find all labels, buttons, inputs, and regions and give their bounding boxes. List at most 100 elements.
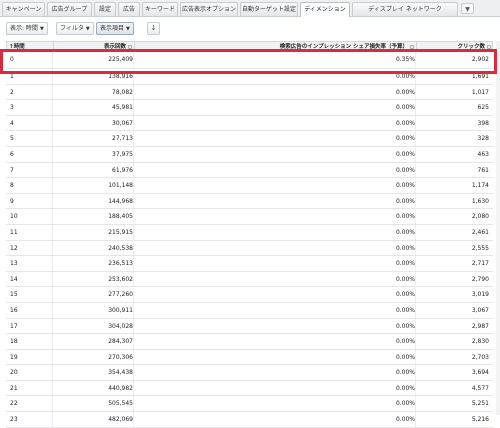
dimensions-table: ↑時間 表示回数 検索広告のインプレッション シェア損失率（予算） クリック数 … — [6, 41, 493, 428]
filter-dropdown[interactable]: フィルタ ▼ — [56, 22, 94, 35]
clicks-cell: 328 — [477, 135, 489, 143]
hour-cell: 18 — [10, 338, 18, 346]
clicks-cell: 2,987 — [471, 322, 489, 330]
hour-cell: 19 — [10, 353, 18, 361]
impressions-cell: 277,260 — [108, 291, 133, 299]
impressions-cell: 482,069 — [108, 416, 133, 424]
clicks-cell: 1,017 — [471, 88, 489, 96]
tab-bar: キャンペーン 広告グループ 設定 広告 キーワード 広告表示オプション 自動ター… — [0, 0, 500, 17]
header-hour[interactable]: ↑時間 — [7, 42, 53, 52]
impressions-cell: 304,028 — [108, 322, 133, 330]
hour-cell: 13 — [10, 260, 18, 268]
impressions-cell: 78,082 — [112, 88, 133, 96]
clicks-cell: 3,694 — [471, 369, 489, 377]
tab-ad-groups[interactable]: 広告グループ — [47, 2, 92, 16]
hour-cell: 22 — [10, 400, 18, 408]
clicks-cell: 5,216 — [471, 416, 489, 424]
tab-keywords[interactable]: キーワード — [142, 2, 178, 16]
help-icon[interactable] — [487, 44, 491, 49]
table-row: 8 101,148 0.00% 1,174 — [6, 178, 493, 194]
share-cell: 0.00% — [395, 213, 415, 221]
tab-settings[interactable]: 設定 — [94, 2, 116, 16]
table-row: 0 225,409 0.35% 2,902 — [6, 52, 493, 69]
tab-ad-extensions[interactable]: 広告表示オプション — [180, 2, 238, 16]
share-cell: 0.00% — [395, 104, 415, 112]
share-cell: 0.00% — [395, 119, 415, 127]
table-row: 15 277,260 0.00% 3,019 — [6, 287, 493, 303]
table-header: ↑時間 表示回数 検索広告のインプレッション シェア損失率（予算） クリック数 — [6, 41, 493, 52]
share-cell: 0.00% — [395, 182, 415, 190]
header-impressions[interactable]: 表示回数 — [53, 42, 134, 52]
impressions-cell: 27,713 — [112, 135, 133, 143]
tab-campaigns[interactable]: キャンペーン — [2, 2, 45, 16]
table-row: 22 505,545 0.00% 5,251 — [6, 396, 493, 413]
table-row: 23 482,069 0.00% 5,216 — [6, 412, 493, 428]
clicks-cell: 3,019 — [471, 291, 489, 299]
impressions-cell: 253,602 — [108, 275, 133, 283]
more-tabs-button[interactable]: ▼ — [461, 3, 474, 14]
table-row: 6 37,975 0.00% 463 — [6, 146, 493, 163]
table-row: 10 188,405 0.00% 2,080 — [6, 209, 493, 225]
clicks-cell: 761 — [477, 166, 489, 174]
impressions-cell: 215,915 — [108, 228, 133, 236]
tab-ads[interactable]: 広告 — [118, 2, 140, 16]
share-cell: 0.00% — [395, 197, 415, 205]
share-cell: 0.00% — [395, 166, 415, 174]
hour-cell: 11 — [10, 228, 18, 236]
tab-auto-targets[interactable]: 自動ターゲット設定 — [240, 2, 298, 16]
share-cell: 0.00% — [395, 369, 415, 377]
help-icon[interactable] — [128, 44, 132, 49]
hour-cell: 3 — [10, 104, 14, 112]
hour-cell: 15 — [10, 291, 18, 299]
impressions-cell: 284,307 — [108, 338, 133, 346]
table-row: 18 284,307 0.00% 2,830 — [6, 334, 493, 350]
share-cell: 0.00% — [395, 306, 415, 314]
clicks-cell: 1,691 — [471, 73, 489, 80]
table-row: 2 78,082 0.00% 1,017 — [6, 84, 493, 101]
table-row: 7 61,976 0.00% 761 — [6, 162, 493, 179]
clicks-cell: 2,703 — [471, 353, 489, 361]
download-button[interactable]: ↓ — [147, 22, 160, 35]
clicks-cell: 2,080 — [471, 213, 489, 221]
clicks-cell: 3,067 — [471, 306, 489, 314]
impressions-cell: 270,306 — [108, 353, 133, 361]
chevron-down-icon: ▼ — [126, 26, 130, 32]
impressions-cell: 144,968 — [108, 197, 133, 205]
hour-cell: 8 — [10, 182, 14, 190]
impressions-cell: 240,538 — [108, 244, 133, 252]
header-share[interactable]: 検索広告のインプレッション シェア損失率（予算） — [134, 42, 416, 52]
clicks-cell: 2,790 — [471, 275, 489, 283]
chevron-down-icon: ▼ — [39, 26, 44, 32]
share-cell: 0.00% — [395, 400, 415, 408]
header-clicks[interactable]: クリック数 — [416, 42, 493, 52]
impressions-cell: 61,976 — [112, 166, 133, 174]
table-body: 0 225,409 0.35% 2,902 1 138,916 0.00% 1,691 2 78,… — [6, 52, 493, 428]
hour-cell: 16 — [10, 306, 18, 314]
table-row: 13 236,513 0.00% 2,717 — [6, 256, 493, 272]
share-cell: 0.00% — [395, 291, 415, 299]
share-cell: 0.00% — [395, 228, 415, 236]
hour-cell: 2 — [10, 88, 14, 96]
clicks-cell: 2,555 — [471, 244, 489, 252]
tab-dimensions[interactable]: ディメンション — [300, 2, 350, 17]
table-row: 11 215,915 0.00% 2,461 — [6, 224, 493, 241]
columns-dropdown[interactable]: 表示項目 ▼ — [96, 22, 134, 35]
chevron-down-icon: ▼ — [465, 6, 470, 13]
table-row: 3 45,981 0.00% 625 — [6, 100, 493, 116]
impressions-cell: 138,916 — [108, 73, 133, 80]
clicks-cell: 398 — [477, 119, 489, 127]
hour-cell: 5 — [10, 135, 14, 143]
help-icon[interactable] — [410, 44, 414, 49]
impressions-cell: 101,148 — [108, 182, 133, 190]
view-dropdown[interactable]: 表示: 時間 ▼ — [6, 22, 48, 35]
tab-display-network[interactable]: ディスプレイ ネットワーク — [352, 2, 458, 16]
table-row: 14 253,602 0.00% 2,790 — [6, 271, 493, 288]
download-icon: ↓ — [150, 24, 157, 32]
hour-cell: 17 — [10, 322, 18, 330]
impressions-cell: 188,405 — [108, 213, 133, 221]
table-row: 9 144,968 0.00% 1,630 — [6, 193, 493, 210]
clicks-cell: 1,630 — [471, 197, 489, 205]
hour-cell: 4 — [10, 119, 14, 127]
hour-cell: 21 — [10, 384, 18, 392]
scrollbar[interactable] — [496, 41, 500, 415]
